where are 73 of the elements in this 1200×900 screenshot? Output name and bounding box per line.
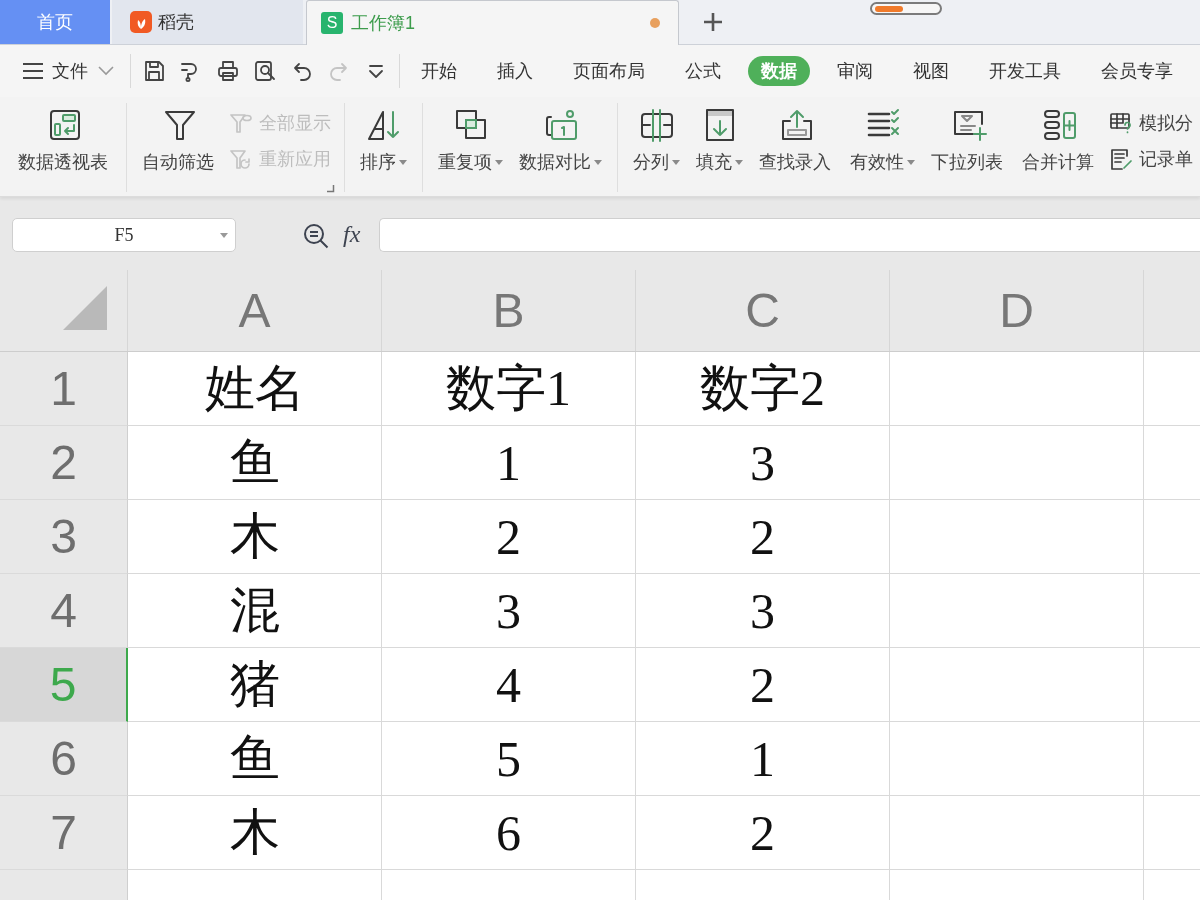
ribbon-button[interactable]: 查找录入 [751,103,842,176]
form-pencil-icon [1109,147,1133,171]
row-header[interactable]: 2 [0,426,128,500]
ribbon-button[interactable]: 填充 [688,103,751,176]
ribbon-button[interactable]: 模拟分 [1105,111,1199,135]
leaf-logo-icon [130,11,152,33]
table-cell: 1 [636,722,890,796]
ribbon-button[interactable]: 分列 [625,103,688,176]
spreadsheet-logo: S [321,12,343,34]
printer-icon[interactable] [215,59,240,83]
ribbon-tab[interactable]: 视图 [900,56,962,86]
table-cell: 猪 [128,648,382,722]
ribbon-button[interactable]: 下拉列表 [923,103,1014,176]
table-cell: 2 [636,500,890,574]
ribbon-button[interactable]: 重复项 [430,103,511,176]
column-header[interactable]: D [890,270,1144,351]
table-cell: 2 [636,796,890,870]
ribbon-tab[interactable]: 开发工具 [976,56,1074,86]
row-header[interactable]: 6 [0,722,128,796]
plus-icon[interactable] [702,11,724,33]
table-cell: 2 [382,500,636,574]
table-cell: 混 [128,574,382,648]
column-header[interactable]: B [382,270,636,351]
caret-icon [98,66,114,76]
row-header[interactable]: 3 [0,500,128,574]
table-cell: 鱼 [128,722,382,796]
split-columns-icon [638,107,675,143]
table-cell: 木 [128,796,382,870]
table-cell: 6 [382,796,636,870]
name-box[interactable]: F5 [12,218,236,252]
table-cell: 3 [636,574,890,648]
ribbon-button[interactable]: 数据对比 [511,103,610,176]
funnel-refresh-icon [229,147,253,171]
table-cell: 3 [636,426,890,500]
row-header[interactable]: 7 [0,796,128,870]
magnifier-icon[interactable] [303,223,329,249]
caret-icon [220,233,228,238]
ribbon-tab[interactable]: 会员专享 [1088,56,1186,86]
table-cell: 5 [382,722,636,796]
merge-calculation-icon [1041,107,1078,143]
table-cell: 数字1 [382,352,636,426]
ribbon-button[interactable]: 数据透视表 [10,103,119,176]
ribbon-button[interactable]: 自动筛选 [134,103,225,176]
ribbon-button[interactable]: 记录单 [1105,147,1199,171]
menu-icon [22,62,44,80]
formula-input-field[interactable] [379,218,1200,252]
column-header[interactable]: C [636,270,890,351]
row-header[interactable]: 1 [0,352,128,426]
funnel-eye-icon [229,111,253,135]
table-question-icon [1109,111,1133,135]
table-cell: 3 [382,574,636,648]
insert-function-button[interactable]: fx [343,220,361,248]
ribbon-tab[interactable]: 页面布局 [560,56,658,86]
ribbon-tab[interactable]: 公式 [672,56,734,86]
file-menu-button[interactable]: 文件 [22,59,114,83]
row-header[interactable]: 4 [0,574,128,648]
table-cell: 姓名 [128,352,382,426]
table-cell: 2 [636,648,890,722]
launcher-icon[interactable] [325,183,335,193]
table-cell: 鱼 [128,426,382,500]
table-cell: 1 [382,426,636,500]
table-cell: 4 [382,648,636,722]
column-header[interactable]: A [128,270,382,351]
ribbon-tab[interactable]: 插入 [484,56,546,86]
table-cell: 数字2 [636,352,890,426]
ribbon-tab[interactable]: 审阅 [824,56,886,86]
ribbon-button[interactable]: 排序 [352,103,415,176]
ribbon-button[interactable]: 合并计算 [1014,103,1105,176]
document-tab[interactable]: 稻壳 [112,0,303,44]
ribbon-button[interactable]: 有效性 [842,103,923,176]
ribbon-tab[interactable]: 开始 [408,56,470,86]
table-cell: 木 [128,500,382,574]
print-preview-icon[interactable] [252,59,277,83]
